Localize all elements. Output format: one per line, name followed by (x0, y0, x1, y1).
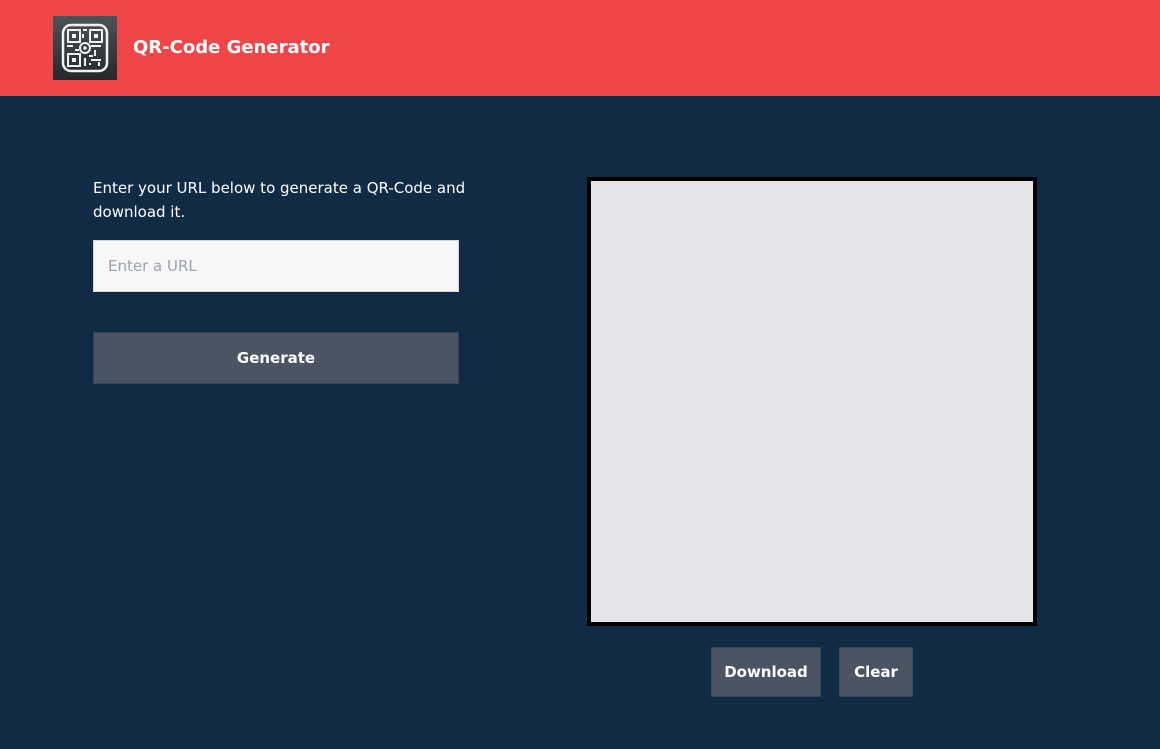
instructions-text: Enter your URL below to generate a QR-Co… (93, 179, 466, 221)
url-input[interactable] (93, 240, 459, 292)
download-button[interactable]: Download (711, 647, 821, 697)
qr-code-preview (587, 177, 1037, 626)
app-header: QR-Code Generator (0, 0, 1160, 96)
clear-button[interactable]: Clear (839, 647, 913, 697)
app-title: QR-Code Generator (133, 37, 330, 58)
qr-code-icon (53, 16, 117, 80)
generate-button[interactable]: Generate (93, 332, 459, 384)
